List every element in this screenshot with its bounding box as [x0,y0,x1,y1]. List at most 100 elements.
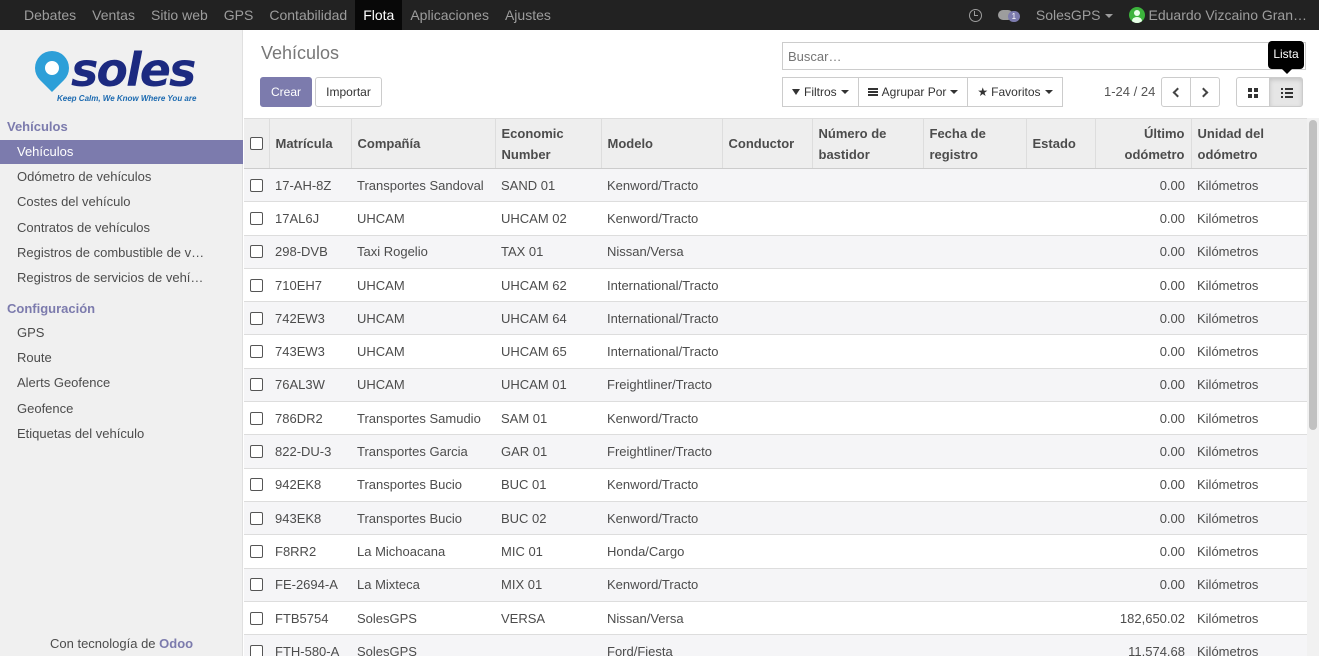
app-menu-item-ventas[interactable]: Ventas [84,0,143,30]
row-checkbox[interactable] [250,378,263,392]
table-cell [722,267,812,302]
table-row[interactable]: 742EW3 UHCAM UHCAM 64 International/Tracto 0… [244,301,1307,335]
company-logo[interactable]: soles Keep Calm, We Know Where You are [27,43,205,105]
sidebar-item-5[interactable]: Etiquetas del vehículo [0,422,243,446]
row-checkbox[interactable] [250,578,263,592]
table-row[interactable]: 822-DU-3 Transportes Garcia GAR 01 Freightl… [244,434,1307,469]
pager-next-button[interactable] [1190,77,1220,107]
list-view-button[interactable] [1269,77,1303,107]
row-checkbox[interactable] [250,478,263,492]
table-row[interactable]: FTB5754 SolesGPS VERSA Nissan/Versa 182,650.… [244,600,1307,635]
table-cell [923,234,1026,269]
table-cell: VERSA [495,600,601,635]
scrollbar-thumb[interactable] [1309,120,1317,430]
sidebar-item-2[interactable]: Odómetro de vehículos [0,165,243,189]
table-cell: SAND 01 [495,167,601,202]
company-switcher[interactable]: SolesGPS [1036,7,1113,23]
favorites-button[interactable]: ★ Favoritos [967,77,1063,107]
sidebar-item-2[interactable]: Route [0,346,243,370]
row-checkbox[interactable] [250,445,263,459]
column-header[interactable]: Modelo [600,118,722,169]
table-row[interactable]: 710EH7 UHCAM UHCAM 62 International/Tracto 0… [244,267,1307,302]
table-cell [812,634,923,656]
table-row[interactable]: 76AL3W UHCAM UHCAM 01 Freightliner/Tracto 0.… [244,367,1307,402]
table-cell [812,500,923,535]
table-cell: 298-DVB [269,234,351,269]
row-checkbox[interactable] [250,611,263,625]
table-cell: Kilómetros [1191,267,1307,302]
sidebar-item-1[interactable]: GPS [0,321,243,345]
table-cell [722,467,812,502]
row-checkbox[interactable] [250,278,263,292]
column-header[interactable]: Matrícula [268,118,351,169]
row-checkbox[interactable] [250,178,263,192]
group-by-button[interactable]: Agrupar Por [857,77,969,107]
row-checkbox[interactable] [250,345,263,359]
sidebar-item-1[interactable]: Vehículos [0,140,243,164]
table-cell: Ford/Fiesta [601,634,722,656]
app-menu-item-ajustes[interactable]: Ajustes [497,0,559,30]
sidebar-item-5[interactable]: Registros de combustible de v… [0,241,243,265]
powered-by-text: Con tecnología de [50,636,156,651]
messaging-button[interactable]: 1 [997,8,1020,22]
row-checkbox[interactable] [250,544,263,558]
table-cell [923,467,1026,502]
app-menu-item-flota[interactable]: Flota [355,0,403,30]
table-row[interactable]: 17AL6J UHCAM UHCAM 02 Kenword/Tracto 0.00 Kil… [244,201,1307,236]
row-checkbox[interactable] [250,645,263,656]
select-all-checkbox[interactable] [250,137,263,150]
column-header[interactable]: Último odómetro [1094,118,1191,169]
table-row[interactable]: 786DR2 Transportes Samudio SAM 01 Kenword/T… [244,401,1307,435]
sidebar-item-4[interactable]: Contratos de vehículos [0,216,243,240]
table-row[interactable]: 942EK8 Transportes Bucio BUC 01 Kenword/Tra… [244,467,1307,502]
column-header[interactable]: Número de bastidor [811,118,923,169]
pager-previous-button[interactable] [1161,77,1191,107]
activity-clock-icon[interactable] [968,8,982,22]
table-row[interactable]: FTH-580-A SolesGPS Ford/Fiesta 11,574.68 Kil… [244,634,1307,656]
table-cell: Transportes Samudio [351,401,495,435]
chevron-down-icon [950,90,959,94]
odoo-link[interactable]: Odoo [159,636,193,651]
row-checkbox[interactable] [250,311,263,325]
app-menu-item-sitio-web[interactable]: Sitio web [143,0,216,30]
import-button[interactable]: Importar [315,77,382,107]
column-header[interactable]: Conductor [721,118,812,169]
sidebar-section-configuration[interactable]: Configuración [7,301,95,316]
row-checkbox[interactable] [250,211,263,225]
sidebar-item-6[interactable]: Registros de servicios de vehí… [0,266,243,290]
column-header[interactable]: Estado [1025,118,1095,169]
column-header[interactable]: Fecha de registro [922,118,1026,169]
table-cell: Kenword/Tracto [601,401,722,435]
table-row[interactable]: FE-2694-A La Mixteca MIX 01 Kenword/Tracto 0… [244,567,1307,602]
kanban-view-button[interactable] [1236,77,1270,107]
row-checkbox[interactable] [250,511,263,525]
sidebar-item-4[interactable]: Geofence [0,397,243,421]
table-row[interactable]: 943EK8 Transportes Bucio BUC 02 Kenword/Tra… [244,500,1307,535]
sidebar-item-3[interactable]: Costes del vehículo [0,190,243,214]
row-checkbox[interactable] [250,245,263,259]
app-menu: Debates Ventas Sitio web GPS Contabilidad Flo… [16,0,559,30]
row-checkbox[interactable] [250,411,263,425]
sidebar-section-vehicles[interactable]: Vehículos [7,119,68,134]
app-menu-item-contabilidad[interactable]: Contabilidad [261,0,355,30]
sidebar-item-3[interactable]: Alerts Geofence [0,371,243,395]
scrollbar[interactable] [1307,118,1319,656]
user-menu[interactable]: Eduardo Vizcaino Gran… [1128,7,1307,23]
app-menu-item-gps[interactable]: GPS [216,0,262,30]
table-cell: Kilómetros [1191,301,1307,335]
column-header[interactable]: Compañía [350,118,495,169]
table-cell: UHCAM 64 [495,301,601,335]
table-row[interactable]: 298-DVB Taxi Rogelio TAX 01 Nissan/Versa 0.0… [244,234,1307,269]
table-cell [1026,634,1095,656]
table-row[interactable]: F8RR2 La Michoacana MIC 01 Honda/Cargo 0.00 K… [244,534,1307,569]
column-header[interactable]: Unidad del odómetro [1190,118,1307,169]
pager-value[interactable]: 1-24 / 24 [1104,84,1155,99]
column-header[interactable]: Economic Number [494,118,601,169]
filters-button[interactable]: Filtros [782,77,859,107]
app-menu-item-aplicaciones[interactable]: Aplicaciones [402,0,497,30]
create-button[interactable]: Crear [260,77,312,107]
table-row[interactable]: 743EW3 UHCAM UHCAM 65 International/Tracto 0… [244,334,1307,369]
table-row[interactable]: 17-AH-8Z Transportes Sandoval SAND 01 Kenwo… [244,167,1307,202]
search-input[interactable] [783,43,1305,69]
app-menu-item-debates[interactable]: Debates [16,0,84,30]
